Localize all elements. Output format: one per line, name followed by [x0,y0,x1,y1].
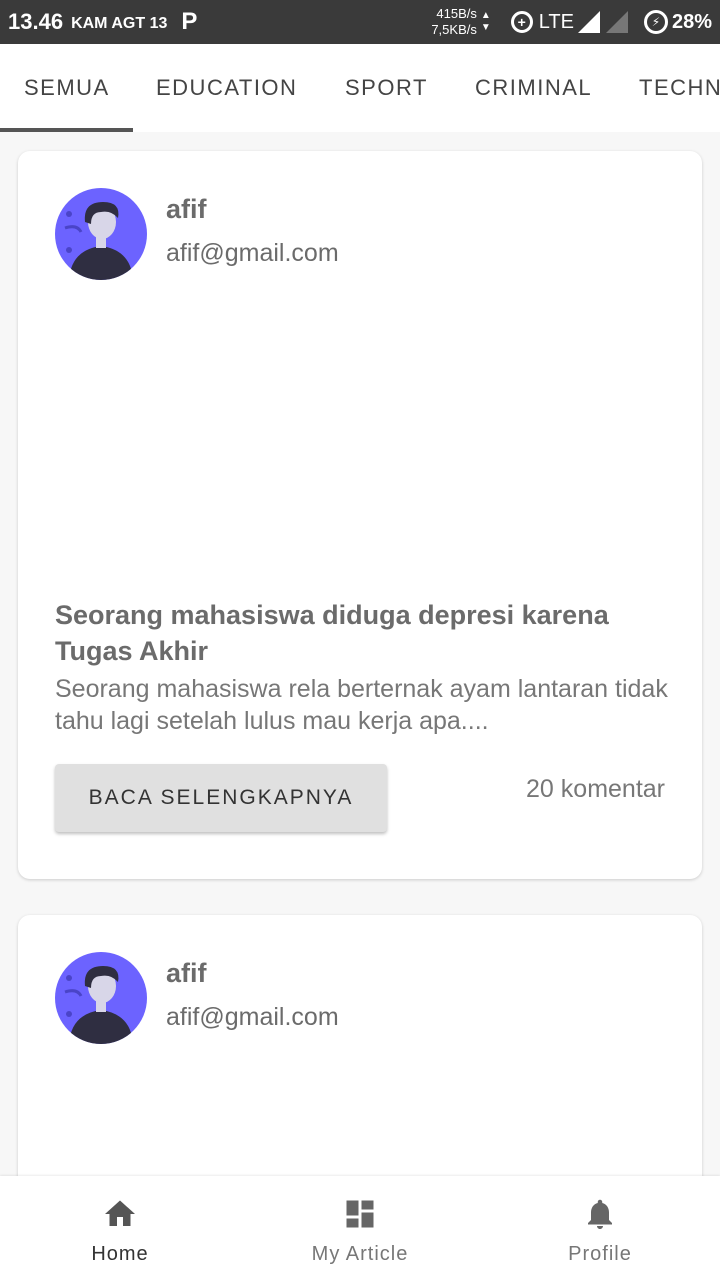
status-bar: 13.46 KAM AGT 13 P 415B/s 7,5KB/s ▲ ▼ + L… [0,0,720,44]
nav-my-article-label: My Article [311,1243,409,1265]
tab-sport[interactable]: SPORT [345,44,428,132]
signal-2-icon [605,11,628,33]
network-type: LTE [538,10,574,33]
category-tabs: SEMUA EDUCATION SPORT CRIMINAL TECHN [0,44,720,132]
speed-up: 415B/s [436,6,477,21]
status-time: 13.46 [8,9,64,34]
tab-education[interactable]: EDUCATION [156,44,297,132]
tab-semua[interactable]: SEMUA [24,44,110,132]
nav-my-article[interactable]: My Article [240,1176,480,1280]
avatar [55,188,147,280]
tab-criminal[interactable]: CRIMINAL [475,44,592,132]
battery-percent: 28% [671,10,712,33]
article-card[interactable]: afif afif@gmail.com [18,915,702,1215]
author-name: afif [166,194,207,224]
author-email: afif@gmail.com [166,1003,339,1031]
bell-icon [588,1199,612,1229]
author-email: afif@gmail.com [166,239,339,267]
notification-app-icon: P [181,8,198,35]
avatar-illustration [64,202,133,280]
status-right: 415B/s 7,5KB/s ▲ ▼ + LTE ⚡ 28% [431,6,712,38]
author-name: afif [166,958,207,988]
home-icon [105,1200,135,1226]
nav-home[interactable]: Home [0,1176,240,1280]
nav-profile[interactable]: Profile [480,1176,720,1280]
nav-home-label: Home [91,1243,149,1265]
article-title: Seorang mahasiswa diduga depresi karena … [55,600,609,666]
signal-icon [577,11,600,33]
bottom-navigation: Home My Article Profile [0,1176,720,1280]
data-arrows-icon: ▲ ▼ [480,10,491,33]
network-speed: 415B/s 7,5KB/s [431,6,477,38]
read-more-button[interactable]: BACA SELENGKAPNYA [55,764,387,832]
status-date: KAM AGT 13 [71,14,168,32]
avatar-illustration [64,966,133,1044]
avatar [55,952,147,1044]
article-excerpt: Seorang mahasiswa rela berternak ayam la… [55,675,668,735]
speed-down: 7,5KB/s [431,22,477,37]
comment-count[interactable]: 20 komentar [526,775,665,804]
tab-technology[interactable]: TECHN [639,44,720,132]
article-card[interactable]: afif afif@gmail.com Seorang mahasiswa di… [18,151,702,879]
battery-charging-icon: ⚡ [643,10,668,34]
data-saver-icon: + [510,11,533,33]
dashboard-icon [346,1200,374,1228]
tab-indicator [0,128,133,132]
nav-profile-label: Profile [568,1243,632,1265]
